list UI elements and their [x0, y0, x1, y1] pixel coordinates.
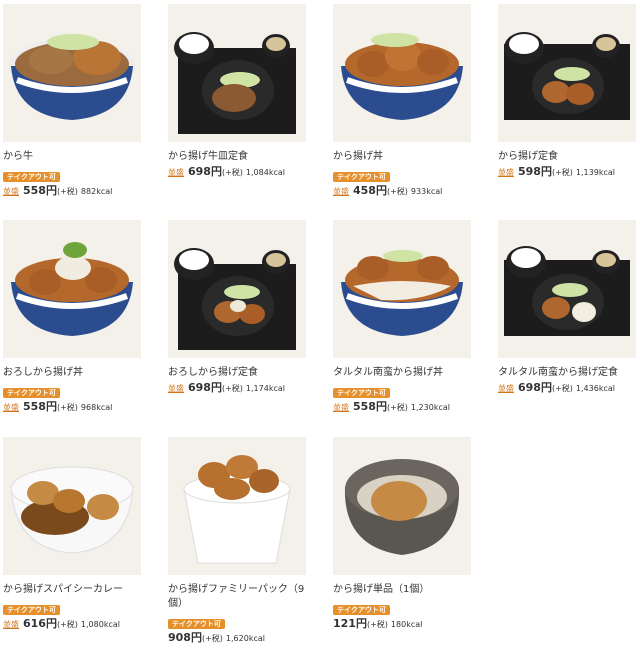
tax-note: (+税): [56, 403, 78, 412]
price: 558円: [353, 400, 387, 413]
menu-card[interactable]: から揚げ牛皿定食 並盛 698円(+税) 1,084kcal: [168, 4, 306, 180]
takeout-badge: テイクアウト可: [168, 619, 225, 629]
menu-item-name[interactable]: から揚げファミリーパック（9個）: [168, 583, 306, 611]
menu-card[interactable]: から揚げ丼 テイクアウト可 並盛 458円(+税) 933kcal: [333, 4, 471, 199]
menu-item-name[interactable]: から揚げスパイシーカレー: [3, 583, 141, 597]
takeout-badge: テイクアウト可: [3, 172, 60, 182]
tax-note: (+税): [551, 384, 573, 393]
tartar-karaage-bowl-photo[interactable]: [333, 220, 471, 358]
menu-card[interactable]: おろしから揚げ定食 並盛 698円(+税) 1,174kcal: [168, 220, 306, 396]
menu-card[interactable]: から揚げ定食 並盛 598円(+税) 1,139kcal: [498, 4, 636, 180]
tax-note: (+税): [56, 620, 78, 629]
calories: 933kcal: [410, 187, 443, 196]
price: 598円: [518, 165, 552, 178]
menu-card[interactable]: おろしから揚げ丼 テイクアウト可 並盛 558円(+税) 968kcal: [3, 220, 141, 415]
menu-item-name[interactable]: タルタル南蛮から揚げ定食: [498, 366, 636, 380]
menu-card[interactable]: から揚げファミリーパック（9個） テイクアウト可 908円(+税) 1,620kc…: [168, 437, 306, 646]
price: 698円: [188, 381, 222, 394]
karaage-curry-photo[interactable]: [3, 437, 141, 575]
size-link[interactable]: 並盛: [498, 384, 514, 393]
menu-card[interactable]: から揚げ単品（1個） テイクアウト可 121円(+税) 180kcal: [333, 437, 471, 632]
calories: 968kcal: [80, 403, 113, 412]
price: 698円: [188, 165, 222, 178]
size-link[interactable]: 並盛: [498, 168, 514, 177]
menu-item-name[interactable]: おろしから揚げ丼: [3, 366, 141, 380]
oroshi-karaage-bowl-photo[interactable]: [3, 220, 141, 358]
price: 698円: [518, 381, 552, 394]
takeout-badge: テイクアウト可: [3, 388, 60, 398]
size-link[interactable]: 並盛: [333, 403, 349, 412]
menu-item-name[interactable]: タルタル南蛮から揚げ丼: [333, 366, 471, 380]
single-karaage-photo[interactable]: [333, 437, 471, 575]
menu-card[interactable]: から牛 テイクアウト可 並盛 558円(+税) 882kcal: [3, 4, 141, 199]
tartar-karaage-set-photo[interactable]: [498, 220, 636, 358]
tax-note: (+税): [386, 403, 408, 412]
size-link[interactable]: 並盛: [168, 168, 184, 177]
menu-card[interactable]: から揚げスパイシーカレー テイクアウト可 並盛 616円(+税) 1,080kcal: [3, 437, 141, 632]
calories: 180kcal: [390, 620, 423, 629]
price: 121円: [333, 617, 367, 630]
price: 458円: [353, 184, 387, 197]
menu-item-name[interactable]: から揚げ定食: [498, 150, 636, 164]
takeout-badge: テイクアウト可: [333, 388, 390, 398]
tax-note: (+税): [56, 187, 78, 196]
size-link[interactable]: 並盛: [3, 620, 19, 629]
menu-item-name[interactable]: おろしから揚げ定食: [168, 366, 306, 380]
size-link[interactable]: 並盛: [3, 403, 19, 412]
menu-card[interactable]: タルタル南蛮から揚げ定食 並盛 698円(+税) 1,436kcal: [498, 220, 636, 396]
tax-note: (+税): [366, 620, 388, 629]
karaage-beef-bowl-photo[interactable]: [3, 4, 141, 142]
calories: 1,436kcal: [575, 384, 615, 393]
calories: 882kcal: [80, 187, 113, 196]
calories: 1,139kcal: [575, 168, 615, 177]
size-link[interactable]: 並盛: [168, 384, 184, 393]
price: 558円: [23, 184, 57, 197]
menu-item-name[interactable]: から揚げ単品（1個）: [333, 583, 471, 597]
family-pack-photo[interactable]: [168, 437, 306, 575]
price: 616円: [23, 617, 57, 630]
price: 908円: [168, 631, 202, 644]
tax-note: (+税): [221, 384, 243, 393]
calories: 1,620kcal: [225, 634, 265, 643]
calories: 1,084kcal: [245, 168, 285, 177]
menu-item-name[interactable]: から牛: [3, 150, 141, 164]
tax-note: (+税): [201, 634, 223, 643]
size-link[interactable]: 並盛: [333, 187, 349, 196]
menu-item-name[interactable]: から揚げ丼: [333, 150, 471, 164]
takeout-badge: テイクアウト可: [3, 605, 60, 615]
takeout-badge: テイクアウト可: [333, 605, 390, 615]
oroshi-karaage-set-photo[interactable]: [168, 220, 306, 358]
calories: 1,230kcal: [410, 403, 450, 412]
karaage-bowl-photo[interactable]: [333, 4, 471, 142]
price: 558円: [23, 400, 57, 413]
size-link[interactable]: 並盛: [3, 187, 19, 196]
tax-note: (+税): [386, 187, 408, 196]
menu-item-name[interactable]: から揚げ牛皿定食: [168, 150, 306, 164]
menu-card[interactable]: タルタル南蛮から揚げ丼 テイクアウト可 並盛 558円(+税) 1,230kcal: [333, 220, 471, 415]
tax-note: (+税): [221, 168, 243, 177]
karaage-beef-set-photo[interactable]: [168, 4, 306, 142]
karaage-set-photo[interactable]: [498, 4, 636, 142]
tax-note: (+税): [551, 168, 573, 177]
calories: 1,080kcal: [80, 620, 120, 629]
calories: 1,174kcal: [245, 384, 285, 393]
takeout-badge: テイクアウト可: [333, 172, 390, 182]
